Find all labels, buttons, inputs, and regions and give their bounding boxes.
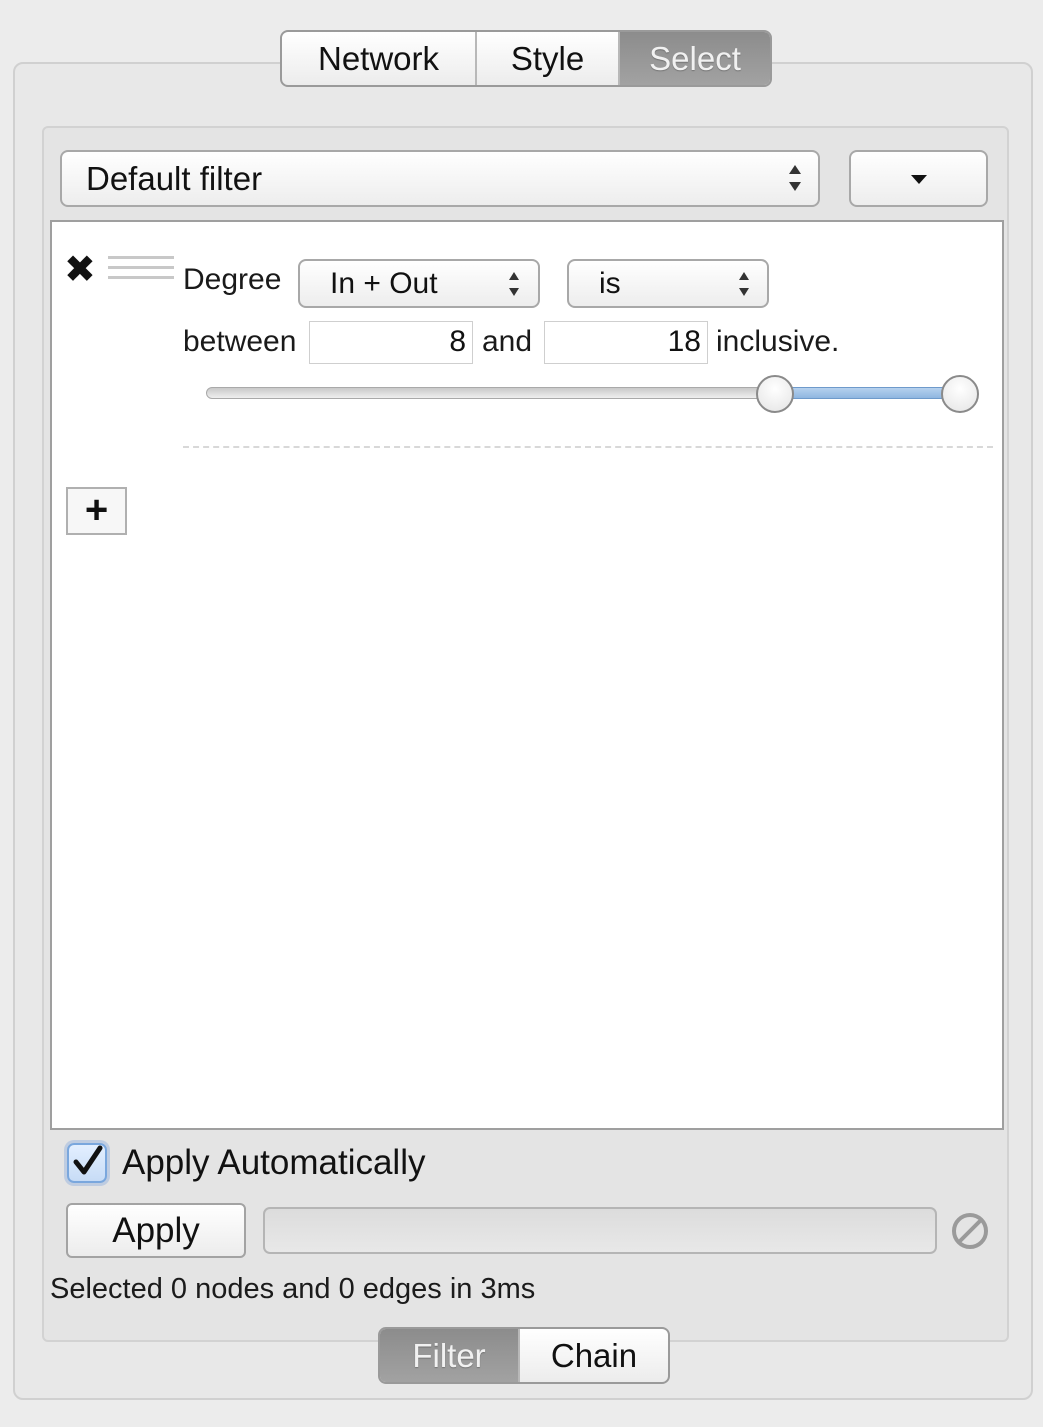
status-text: Selected 0 nodes and 0 edges in 3ms	[50, 1273, 536, 1305]
tab-network[interactable]: Network	[282, 32, 477, 85]
apply-button[interactable]: Apply	[66, 1203, 246, 1258]
degree-direction-value: In + Out	[330, 266, 438, 300]
bottom-tab-bar: Filter Chain	[378, 1327, 670, 1384]
low-value-field[interactable]: 8	[309, 321, 473, 364]
remove-condition-icon[interactable]: ✖	[64, 250, 98, 290]
range-slider-high-thumb[interactable]	[941, 375, 979, 413]
filter-select-value: Default filter	[86, 159, 263, 197]
tab-filter[interactable]: Filter	[380, 1329, 520, 1382]
filter-options-menu-button[interactable]	[849, 150, 988, 207]
top-tab-bar: Network Style Select	[280, 30, 772, 87]
add-condition-button[interactable]: +	[66, 487, 127, 535]
between-label: between	[183, 325, 297, 358]
degree-direction-select[interactable]: In + Out	[298, 259, 540, 308]
apply-automatically-checkbox[interactable]	[67, 1143, 107, 1183]
operator-value: is	[599, 266, 621, 300]
updown-arrows-icon	[789, 165, 801, 191]
progress-bar	[263, 1207, 937, 1254]
tab-chain[interactable]: Chain	[520, 1329, 668, 1382]
high-value-field[interactable]: 18	[544, 321, 708, 364]
tab-select[interactable]: Select	[620, 32, 770, 85]
apply-automatically-label: Apply Automatically	[122, 1143, 426, 1182]
condition-divider	[183, 446, 993, 448]
inclusive-label: inclusive.	[716, 325, 840, 358]
operator-select[interactable]: is	[567, 259, 769, 308]
checkmark-icon	[73, 1145, 103, 1175]
updown-arrows-icon	[509, 272, 519, 296]
filter-select[interactable]: Default filter	[60, 150, 820, 207]
updown-arrows-icon	[739, 272, 749, 296]
drag-handle-icon[interactable]	[108, 256, 174, 286]
range-slider-selection	[775, 387, 960, 399]
cancel-icon[interactable]	[949, 1210, 991, 1252]
caret-down-icon	[910, 174, 927, 184]
and-label: and	[482, 325, 533, 358]
degree-label: Degree	[183, 263, 282, 296]
range-slider-low-thumb[interactable]	[756, 375, 794, 413]
tab-style[interactable]: Style	[477, 32, 620, 85]
